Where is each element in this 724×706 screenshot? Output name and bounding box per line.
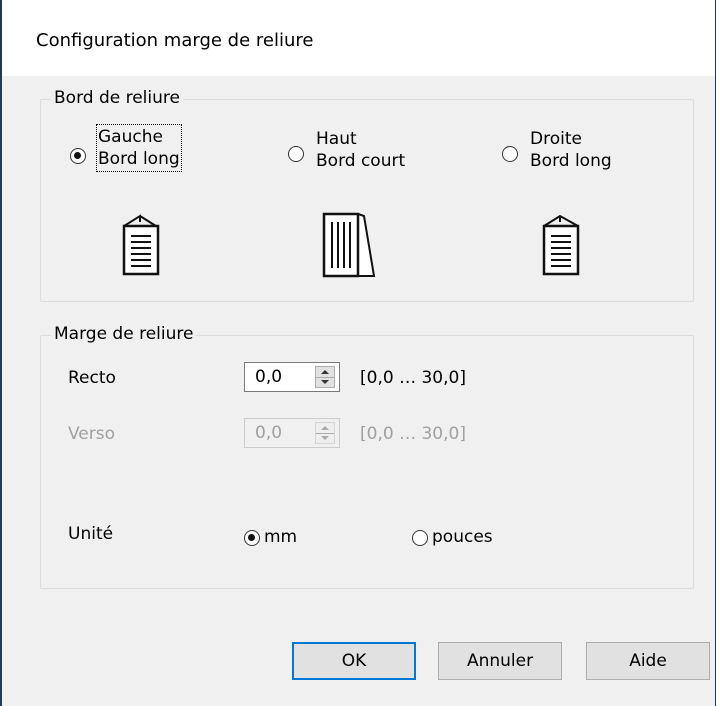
binding-right-line2: Bord long [530,151,612,171]
recto-value[interactable]: 0,0 [255,367,282,387]
binding-edge-legend: Bord de reliure [51,88,183,108]
binding-left-line1: Gauche [98,127,163,147]
binding-top-label[interactable]: Haut Bord court [316,128,405,172]
verso-decrement-icon [316,433,334,443]
binding-right-label[interactable]: Droite Bord long [530,128,612,172]
unit-inches-radio[interactable] [412,530,428,546]
document-left-binding-icon [122,214,160,276]
unit-mm-label[interactable]: mm [264,527,297,547]
binding-margin-dialog: Configuration marge de reliure Bord de r… [0,0,716,706]
dialog-title: Configuration marge de reliure [36,30,314,51]
recto-spin-buttons[interactable] [315,366,335,388]
binding-top-line1: Haut [316,129,357,149]
ok-button[interactable]: OK [292,642,416,680]
unit-label: Unité [68,524,114,544]
document-right-binding-icon [542,214,580,276]
recto-spinbox[interactable]: 0,0 [244,362,340,392]
recto-range: [0,0 … 30,0] [360,368,466,388]
unit-mm-radio[interactable] [244,530,260,546]
title-bar: Configuration marge de reliure [2,0,715,76]
unit-inches-label[interactable]: pouces [432,527,493,547]
recto-decrement-icon[interactable] [316,377,334,387]
binding-top-line2: Bord court [316,151,406,171]
binding-left-radio[interactable] [70,148,86,164]
binding-top-radio[interactable] [288,146,304,162]
cancel-button[interactable]: Annuler [438,642,562,680]
binding-right-radio[interactable] [502,146,518,162]
verso-value: 0,0 [255,423,283,443]
recto-label: Recto [68,368,116,388]
help-button[interactable]: Aide [586,642,710,680]
binding-margin-legend: Marge de reliure [51,324,197,344]
verso-label: Verso [68,424,116,444]
binding-left-line2: Bord long [98,149,180,169]
binding-left-label[interactable]: Gauche Bord long [96,124,182,172]
verso-spin-buttons [315,422,335,444]
binding-right-line1: Droite [530,129,582,149]
verso-range: [0,0 … 30,0] [360,424,466,444]
document-top-binding-icon [322,212,376,278]
verso-spinbox: 0,0 [244,418,340,448]
